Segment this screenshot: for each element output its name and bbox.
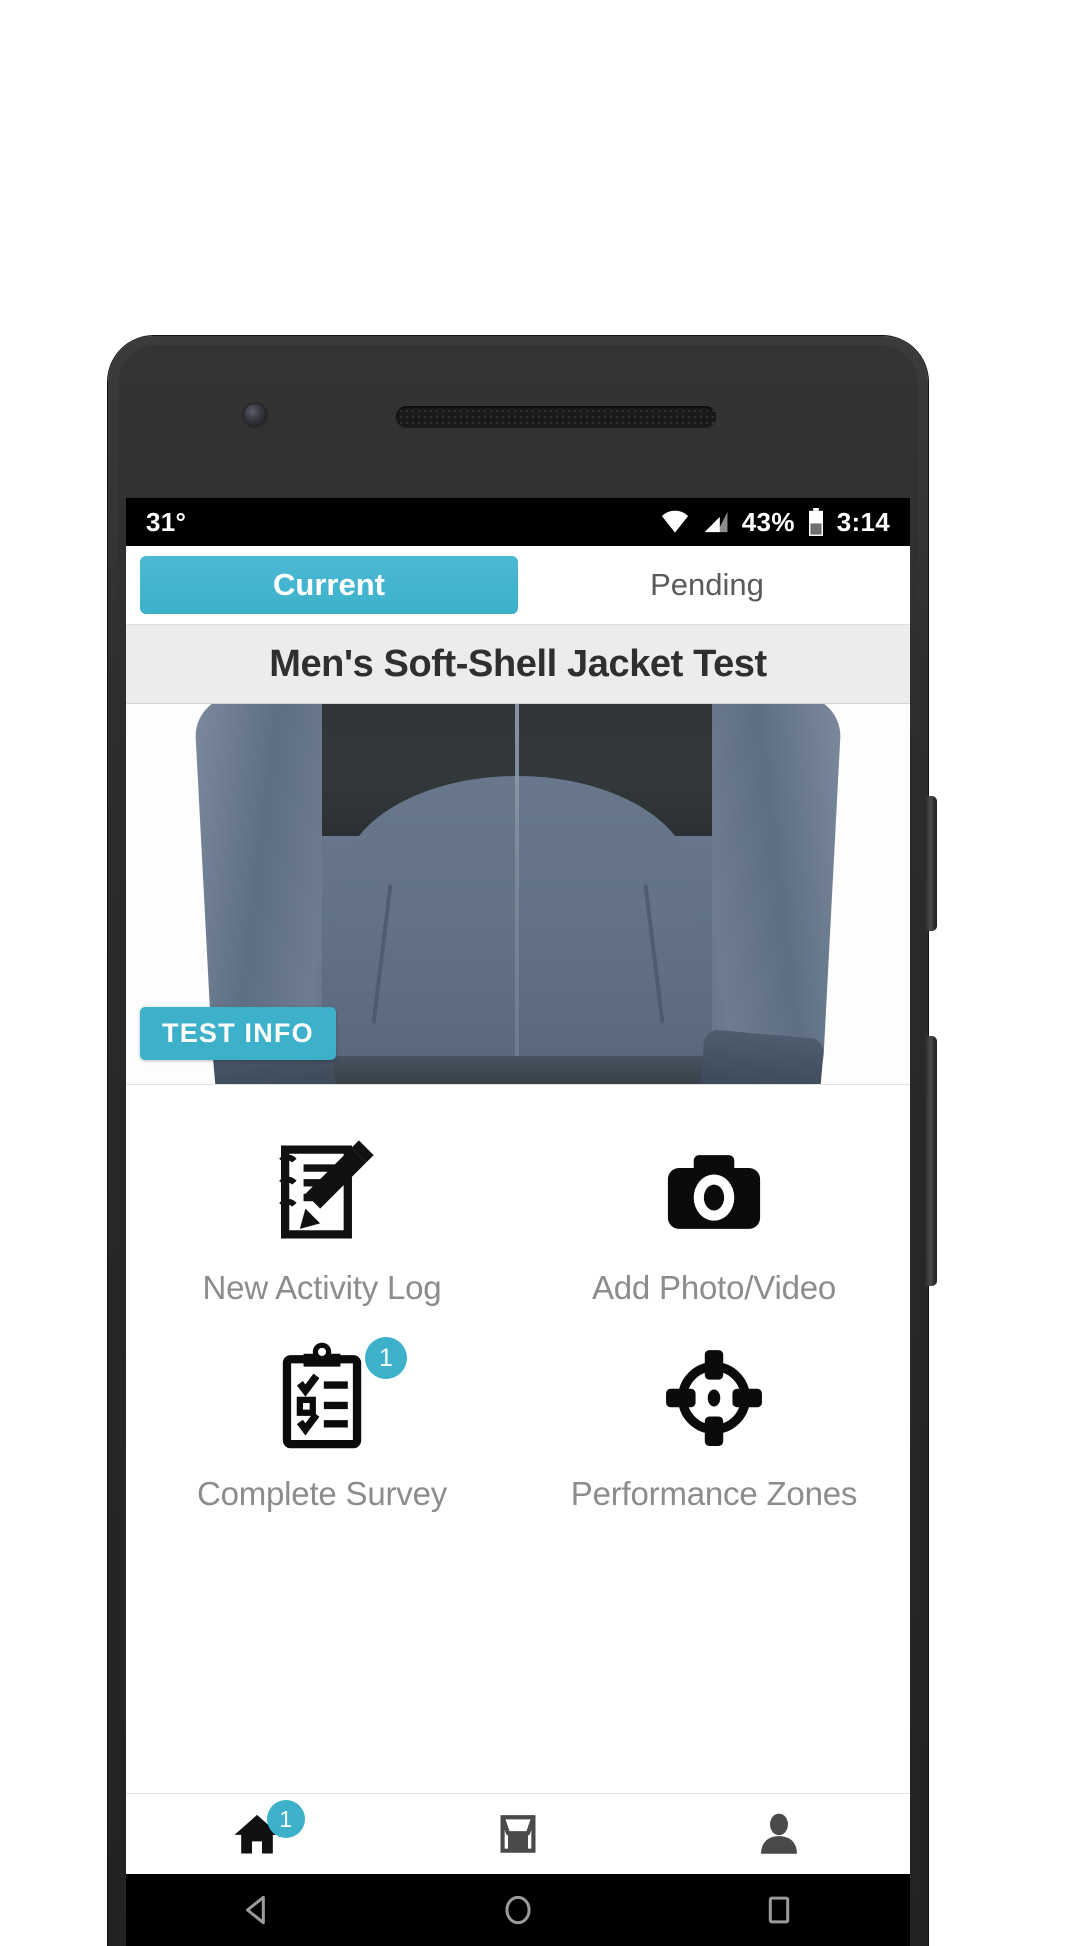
status-bar-clock: 3:14	[836, 506, 890, 537]
front-camera-icon	[244, 404, 266, 426]
inbox-tray-icon	[500, 1815, 536, 1853]
tab-pending[interactable]: Pending	[518, 556, 896, 614]
status-bar: 31° 43% 3:14	[126, 498, 910, 546]
action-row-2: 1 Complete Survey Performance Zones	[126, 1317, 910, 1523]
back-triangle-icon	[245, 1895, 265, 1925]
notepad-pencil-icon	[279, 1140, 374, 1239]
action-label: New Activity Log	[202, 1269, 442, 1306]
battery-icon	[808, 508, 823, 536]
action-new-activity-log[interactable]: New Activity Log	[126, 1111, 518, 1317]
android-back-button[interactable]	[126, 1874, 387, 1946]
wifi-icon	[661, 510, 688, 533]
camera-icon	[667, 1155, 761, 1229]
phone-mockup: 31° 43% 3:14 Current Pending Men's Soft-…	[108, 336, 937, 1946]
android-home-button[interactable]	[387, 1874, 648, 1946]
jacket-zipper	[515, 704, 519, 1084]
power-button[interactable]	[925, 1036, 937, 1286]
person-profile-icon	[761, 1813, 798, 1854]
android-recents-button[interactable]	[649, 1874, 910, 1946]
action-icon-wrap	[263, 1133, 381, 1251]
clipboard-checklist-icon	[282, 1342, 362, 1449]
jacket-cuff-right	[699, 1028, 825, 1084]
action-performance-zones[interactable]: Performance Zones	[518, 1317, 910, 1523]
page-title: Men's Soft-Shell Jacket Test	[269, 642, 767, 685]
recents-square-icon	[769, 1896, 790, 1924]
action-grid: New Activity Log Add Photo/Video 1 Compl…	[126, 1085, 910, 1705]
phone-screen: 31° 43% 3:14 Current Pending Men's Soft-…	[126, 498, 910, 1946]
action-icon-wrap: 1	[263, 1337, 407, 1457]
action-add-photo-video[interactable]: Add Photo/Video	[518, 1111, 910, 1317]
nav-item-inbox[interactable]	[387, 1794, 648, 1874]
nav-item-profile[interactable]	[649, 1794, 910, 1874]
action-icon-wrap	[655, 1339, 773, 1457]
action-complete-survey[interactable]: 1 Complete Survey	[126, 1317, 518, 1523]
test-info-button[interactable]: TEST INFO	[140, 1007, 336, 1060]
nav-item-home[interactable]: 1	[126, 1794, 387, 1874]
page-title-bar: Men's Soft-Shell Jacket Test	[126, 624, 910, 704]
temperature-indicator: 31°	[146, 506, 187, 537]
home-circle-icon	[505, 1895, 531, 1925]
bottom-navigation-bar: 1	[126, 1793, 910, 1874]
action-icon-wrap	[655, 1133, 773, 1251]
crosshair-target-icon	[666, 1350, 762, 1446]
status-bar-right-group: 43% 3:14	[660, 507, 890, 538]
android-navigation-bar	[126, 1874, 910, 1946]
earpiece-speaker	[396, 406, 716, 428]
action-label: Add Photo/Video	[591, 1269, 837, 1306]
cell-signal-icon	[704, 511, 728, 533]
volume-button[interactable]	[925, 796, 937, 931]
action-row-1: New Activity Log Add Photo/Video	[126, 1111, 910, 1317]
jacket-hem	[322, 1056, 712, 1084]
product-hero-image[interactable]: TEST INFO	[126, 704, 910, 1085]
status-badge: 1	[266, 1800, 305, 1838]
status-badge: 1	[365, 1337, 407, 1379]
tab-current[interactable]: Current	[140, 556, 518, 614]
action-label: Performance Zones	[570, 1475, 858, 1512]
action-label: Complete Survey	[196, 1475, 448, 1512]
tab-bar: Current Pending	[126, 546, 910, 624]
battery-percentage: 43%	[741, 506, 795, 537]
